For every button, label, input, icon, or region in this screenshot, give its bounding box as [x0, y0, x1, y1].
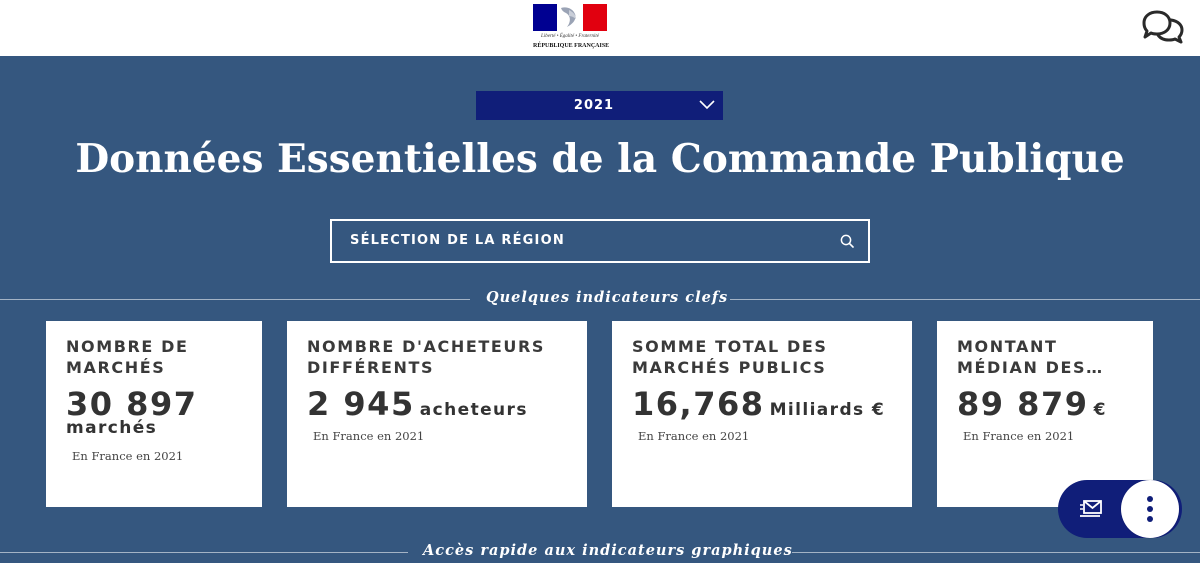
- more-vertical-icon: [1147, 496, 1153, 526]
- indicator-note: En France en 2021: [313, 429, 425, 443]
- chevron-down-icon: [699, 100, 715, 110]
- indicator-title: NOMBRE D'ACHETEURS DIFFÉRENTS: [307, 337, 546, 377]
- marianne-flag-icon: [533, 4, 607, 31]
- indicator-card-total-amount: SOMME TOTAL DES MARCHÉS PUBLICS 16,768 M…: [612, 321, 912, 507]
- section-divider-right: [730, 299, 1200, 300]
- indicator-card-markets: NOMBRE DE MARCHÉS 30 897 marchés En Fran…: [46, 321, 262, 507]
- quick-access-title: Accès rapide aux indicateurs graphiques: [423, 542, 793, 559]
- indicator-note: En France en 2021: [638, 429, 750, 443]
- more-options-button[interactable]: [1121, 480, 1179, 538]
- logo-motto: Liberté • Égalité • Fraternité: [541, 34, 599, 39]
- indicator-unit: Milliards €: [769, 400, 886, 420]
- indicator-unit: acheteurs: [419, 400, 528, 420]
- region-search-placeholder: SÉLECTION DE LA RÉGION: [350, 233, 565, 248]
- section-divider-left: [0, 299, 470, 300]
- chat-bubbles-icon[interactable]: [1140, 9, 1186, 45]
- search-icon[interactable]: [840, 234, 854, 248]
- section-divider-right: [792, 552, 1200, 553]
- year-select-value: 2021: [573, 98, 615, 113]
- indicator-title: SOMME TOTAL DES MARCHÉS PUBLICS: [632, 337, 828, 377]
- indicator-value: 89 879: [957, 385, 1089, 423]
- indicator-note: En France en 2021: [72, 449, 184, 463]
- indicator-value: 16,768: [632, 385, 765, 423]
- indicator-card-buyers: NOMBRE D'ACHETEURS DIFFÉRENTS 2 945 ache…: [287, 321, 587, 507]
- top-bar: Liberté • Égalité • Fraternité RÉPUBLIQU…: [0, 0, 1200, 56]
- mail-send-icon: [1080, 500, 1102, 517]
- indicator-title: MONTANT MÉDIAN DES…: [957, 337, 1104, 377]
- indicator-value: 30 897: [66, 385, 198, 423]
- page-title: Données Essentielles de la Commande Publ…: [75, 136, 1125, 182]
- year-select[interactable]: 2021: [476, 91, 723, 120]
- logo-name: RÉPUBLIQUE FRANÇAISE: [533, 43, 610, 49]
- key-indicators-title: Quelques indicateurs clefs: [486, 289, 729, 306]
- section-divider-left: [0, 552, 408, 553]
- indicator-title: NOMBRE DE MARCHÉS: [66, 337, 189, 377]
- indicator-note: En France en 2021: [963, 429, 1075, 443]
- indicator-unit: €: [1093, 400, 1107, 420]
- indicator-value: 2 945: [307, 385, 415, 423]
- republique-francaise-logo[interactable]: Liberté • Égalité • Fraternité RÉPUBLIQU…: [533, 4, 610, 52]
- region-search-input[interactable]: SÉLECTION DE LA RÉGION: [330, 219, 870, 263]
